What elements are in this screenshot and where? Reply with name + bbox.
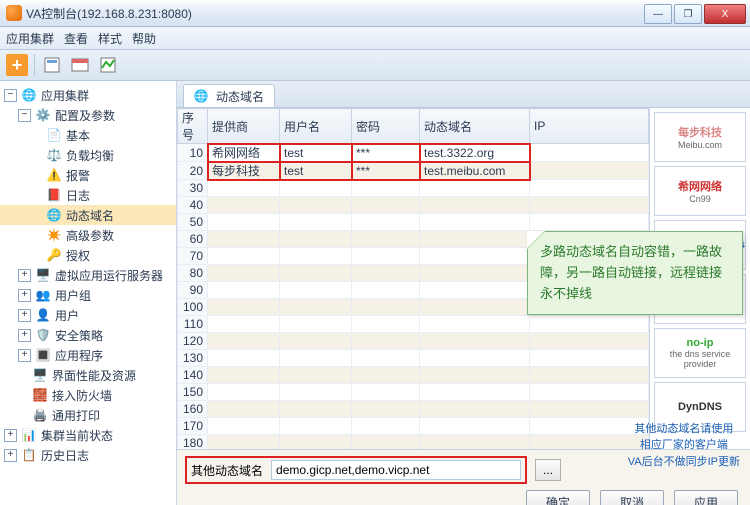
close-button[interactable]: X bbox=[704, 4, 746, 24]
tree-ui-perf[interactable]: 🖥️界面性能及资源 bbox=[0, 365, 176, 385]
globe-icon: 🌐 bbox=[46, 207, 62, 223]
server-icon: 🖥️ bbox=[35, 267, 51, 283]
shield-icon: 🛡️ bbox=[35, 327, 51, 343]
provider-logo[interactable]: no-ipthe dns service provider bbox=[654, 328, 746, 378]
col-pwd[interactable]: 密码 bbox=[352, 109, 420, 144]
col-ip[interactable]: IP bbox=[530, 109, 649, 144]
apply-button[interactable]: 应用 bbox=[674, 490, 738, 505]
table-row[interactable]: 50 bbox=[178, 214, 649, 231]
provider-logo[interactable]: 希网网络Cn99 bbox=[654, 166, 746, 216]
toolbar: + bbox=[0, 50, 750, 81]
tree-history[interactable]: +📋历史日志 bbox=[0, 445, 176, 465]
col-provider[interactable]: 提供商 bbox=[208, 109, 280, 144]
table-row[interactable]: 170 bbox=[178, 418, 649, 435]
tree-license[interactable]: 🔑授权 bbox=[0, 245, 176, 265]
tree-apps[interactable]: +🔳应用程序 bbox=[0, 345, 176, 365]
tree-security[interactable]: +🛡️安全策略 bbox=[0, 325, 176, 345]
scale-icon: ⚖️ bbox=[46, 147, 62, 163]
table-row[interactable]: 140 bbox=[178, 367, 649, 384]
other-ddns-label: 其他动态域名 bbox=[191, 462, 263, 479]
monitor-icon: 🖥️ bbox=[32, 367, 48, 383]
table-row[interactable]: 150 bbox=[178, 384, 649, 401]
tree-print[interactable]: 🖨️通用打印 bbox=[0, 405, 176, 425]
table-row[interactable]: 120 bbox=[178, 333, 649, 350]
menu-view[interactable]: 查看 bbox=[64, 30, 88, 47]
col-domain[interactable]: 动态域名 bbox=[420, 109, 530, 144]
minimize-button[interactable]: — bbox=[644, 4, 672, 24]
table-row[interactable]: 20每步科技test***test.meibu.com bbox=[178, 162, 649, 180]
grid-icon: 🔳 bbox=[35, 347, 51, 363]
tree-log[interactable]: 📕日志 bbox=[0, 185, 176, 205]
table-row[interactable]: 110 bbox=[178, 316, 649, 333]
warn-icon: ⚠️ bbox=[46, 167, 62, 183]
other-ddns-input[interactable] bbox=[271, 460, 521, 480]
toolbar-icon-3[interactable] bbox=[97, 54, 119, 76]
tree-basic[interactable]: 📄基本 bbox=[0, 125, 176, 145]
sidebar: −🌐应用集群 −⚙️配置及参数 📄基本 ⚖️负载均衡 ⚠️报警 📕日志 🌐动态域… bbox=[0, 81, 177, 505]
tabstrip: 🌐动态域名 bbox=[177, 81, 750, 108]
menu-style[interactable]: 样式 bbox=[98, 30, 122, 47]
book-icon: 📕 bbox=[46, 187, 62, 203]
main-panel: 🌐动态域名 序号 提供商 用户名 密码 动态域名 IP 1 bbox=[177, 81, 750, 505]
table-row[interactable]: 130 bbox=[178, 350, 649, 367]
tree-usergroup[interactable]: +👥用户组 bbox=[0, 285, 176, 305]
col-seq[interactable]: 序号 bbox=[178, 109, 208, 144]
hint-text: 其他动态域名请使用 相应厂家的客户端 VA后台不做同步IP更新 bbox=[628, 421, 740, 471]
menubar: 应用集群 查看 样式 帮助 bbox=[0, 27, 750, 50]
printer-icon: 🖨️ bbox=[32, 407, 48, 423]
col-user[interactable]: 用户名 bbox=[280, 109, 352, 144]
tree-root[interactable]: −🌐应用集群 bbox=[0, 85, 176, 105]
wall-icon: 🧱 bbox=[32, 387, 48, 403]
app-window: VA控制台(192.168.8.231:8080) — ❐ X 应用集群 查看 … bbox=[0, 0, 750, 505]
provider-logo[interactable]: 每步科技Meibu.com bbox=[654, 112, 746, 162]
maximize-button[interactable]: ❐ bbox=[674, 4, 702, 24]
tree-alarm[interactable]: ⚠️报警 bbox=[0, 165, 176, 185]
tree-ddns[interactable]: 🌐动态域名 bbox=[0, 205, 176, 225]
user-icon: 👤 bbox=[35, 307, 51, 323]
tree-vserver[interactable]: +🖥️虚拟应用运行服务器 bbox=[0, 265, 176, 285]
chart-icon: 📊 bbox=[21, 427, 37, 443]
table-row[interactable]: 30 bbox=[178, 180, 649, 197]
tree-firewall[interactable]: 🧱接入防火墙 bbox=[0, 385, 176, 405]
doc-icon: 📄 bbox=[46, 127, 62, 143]
star-icon: ✴️ bbox=[46, 227, 62, 243]
tab-ddns[interactable]: 🌐动态域名 bbox=[183, 84, 275, 107]
toolbar-icon-1[interactable] bbox=[41, 54, 63, 76]
tree-config[interactable]: −⚙️配置及参数 bbox=[0, 105, 176, 125]
window-title: VA控制台(192.168.8.231:8080) bbox=[26, 5, 642, 22]
globe-icon: 🌐 bbox=[194, 89, 208, 103]
table-row[interactable]: 160 bbox=[178, 401, 649, 418]
gear-icon: ⚙️ bbox=[35, 107, 51, 123]
menu-help[interactable]: 帮助 bbox=[132, 30, 156, 47]
menu-app-cluster[interactable]: 应用集群 bbox=[6, 30, 54, 47]
tree-user[interactable]: +👤用户 bbox=[0, 305, 176, 325]
globe-icon: 🌐 bbox=[21, 87, 37, 103]
toolbar-icon-2[interactable] bbox=[69, 54, 91, 76]
browse-button[interactable]: ... bbox=[535, 459, 561, 481]
ok-button[interactable]: 确定 bbox=[526, 490, 590, 505]
history-icon: 📋 bbox=[21, 447, 37, 463]
key-icon: 🔑 bbox=[46, 247, 62, 263]
app-icon bbox=[6, 5, 22, 21]
tree-loadbalance[interactable]: ⚖️负载均衡 bbox=[0, 145, 176, 165]
annotation-note: 多路动态域名自动容错，一路故障，另一路自动链接，远程链接永不掉线 bbox=[527, 231, 743, 315]
titlebar[interactable]: VA控制台(192.168.8.231:8080) — ❐ X bbox=[0, 0, 750, 27]
table-row[interactable]: 10希网网络test***test.3322.org bbox=[178, 144, 649, 162]
cancel-button[interactable]: 取消 bbox=[600, 490, 664, 505]
users-icon: 👥 bbox=[35, 287, 51, 303]
tree-status[interactable]: +📊集群当前状态 bbox=[0, 425, 176, 445]
other-ddns-group: 其他动态域名 bbox=[185, 456, 527, 484]
tree-advanced[interactable]: ✴️高级参数 bbox=[0, 225, 176, 245]
add-button[interactable]: + bbox=[6, 54, 28, 76]
table-row[interactable]: 180 bbox=[178, 435, 649, 450]
table-row[interactable]: 40 bbox=[178, 197, 649, 214]
